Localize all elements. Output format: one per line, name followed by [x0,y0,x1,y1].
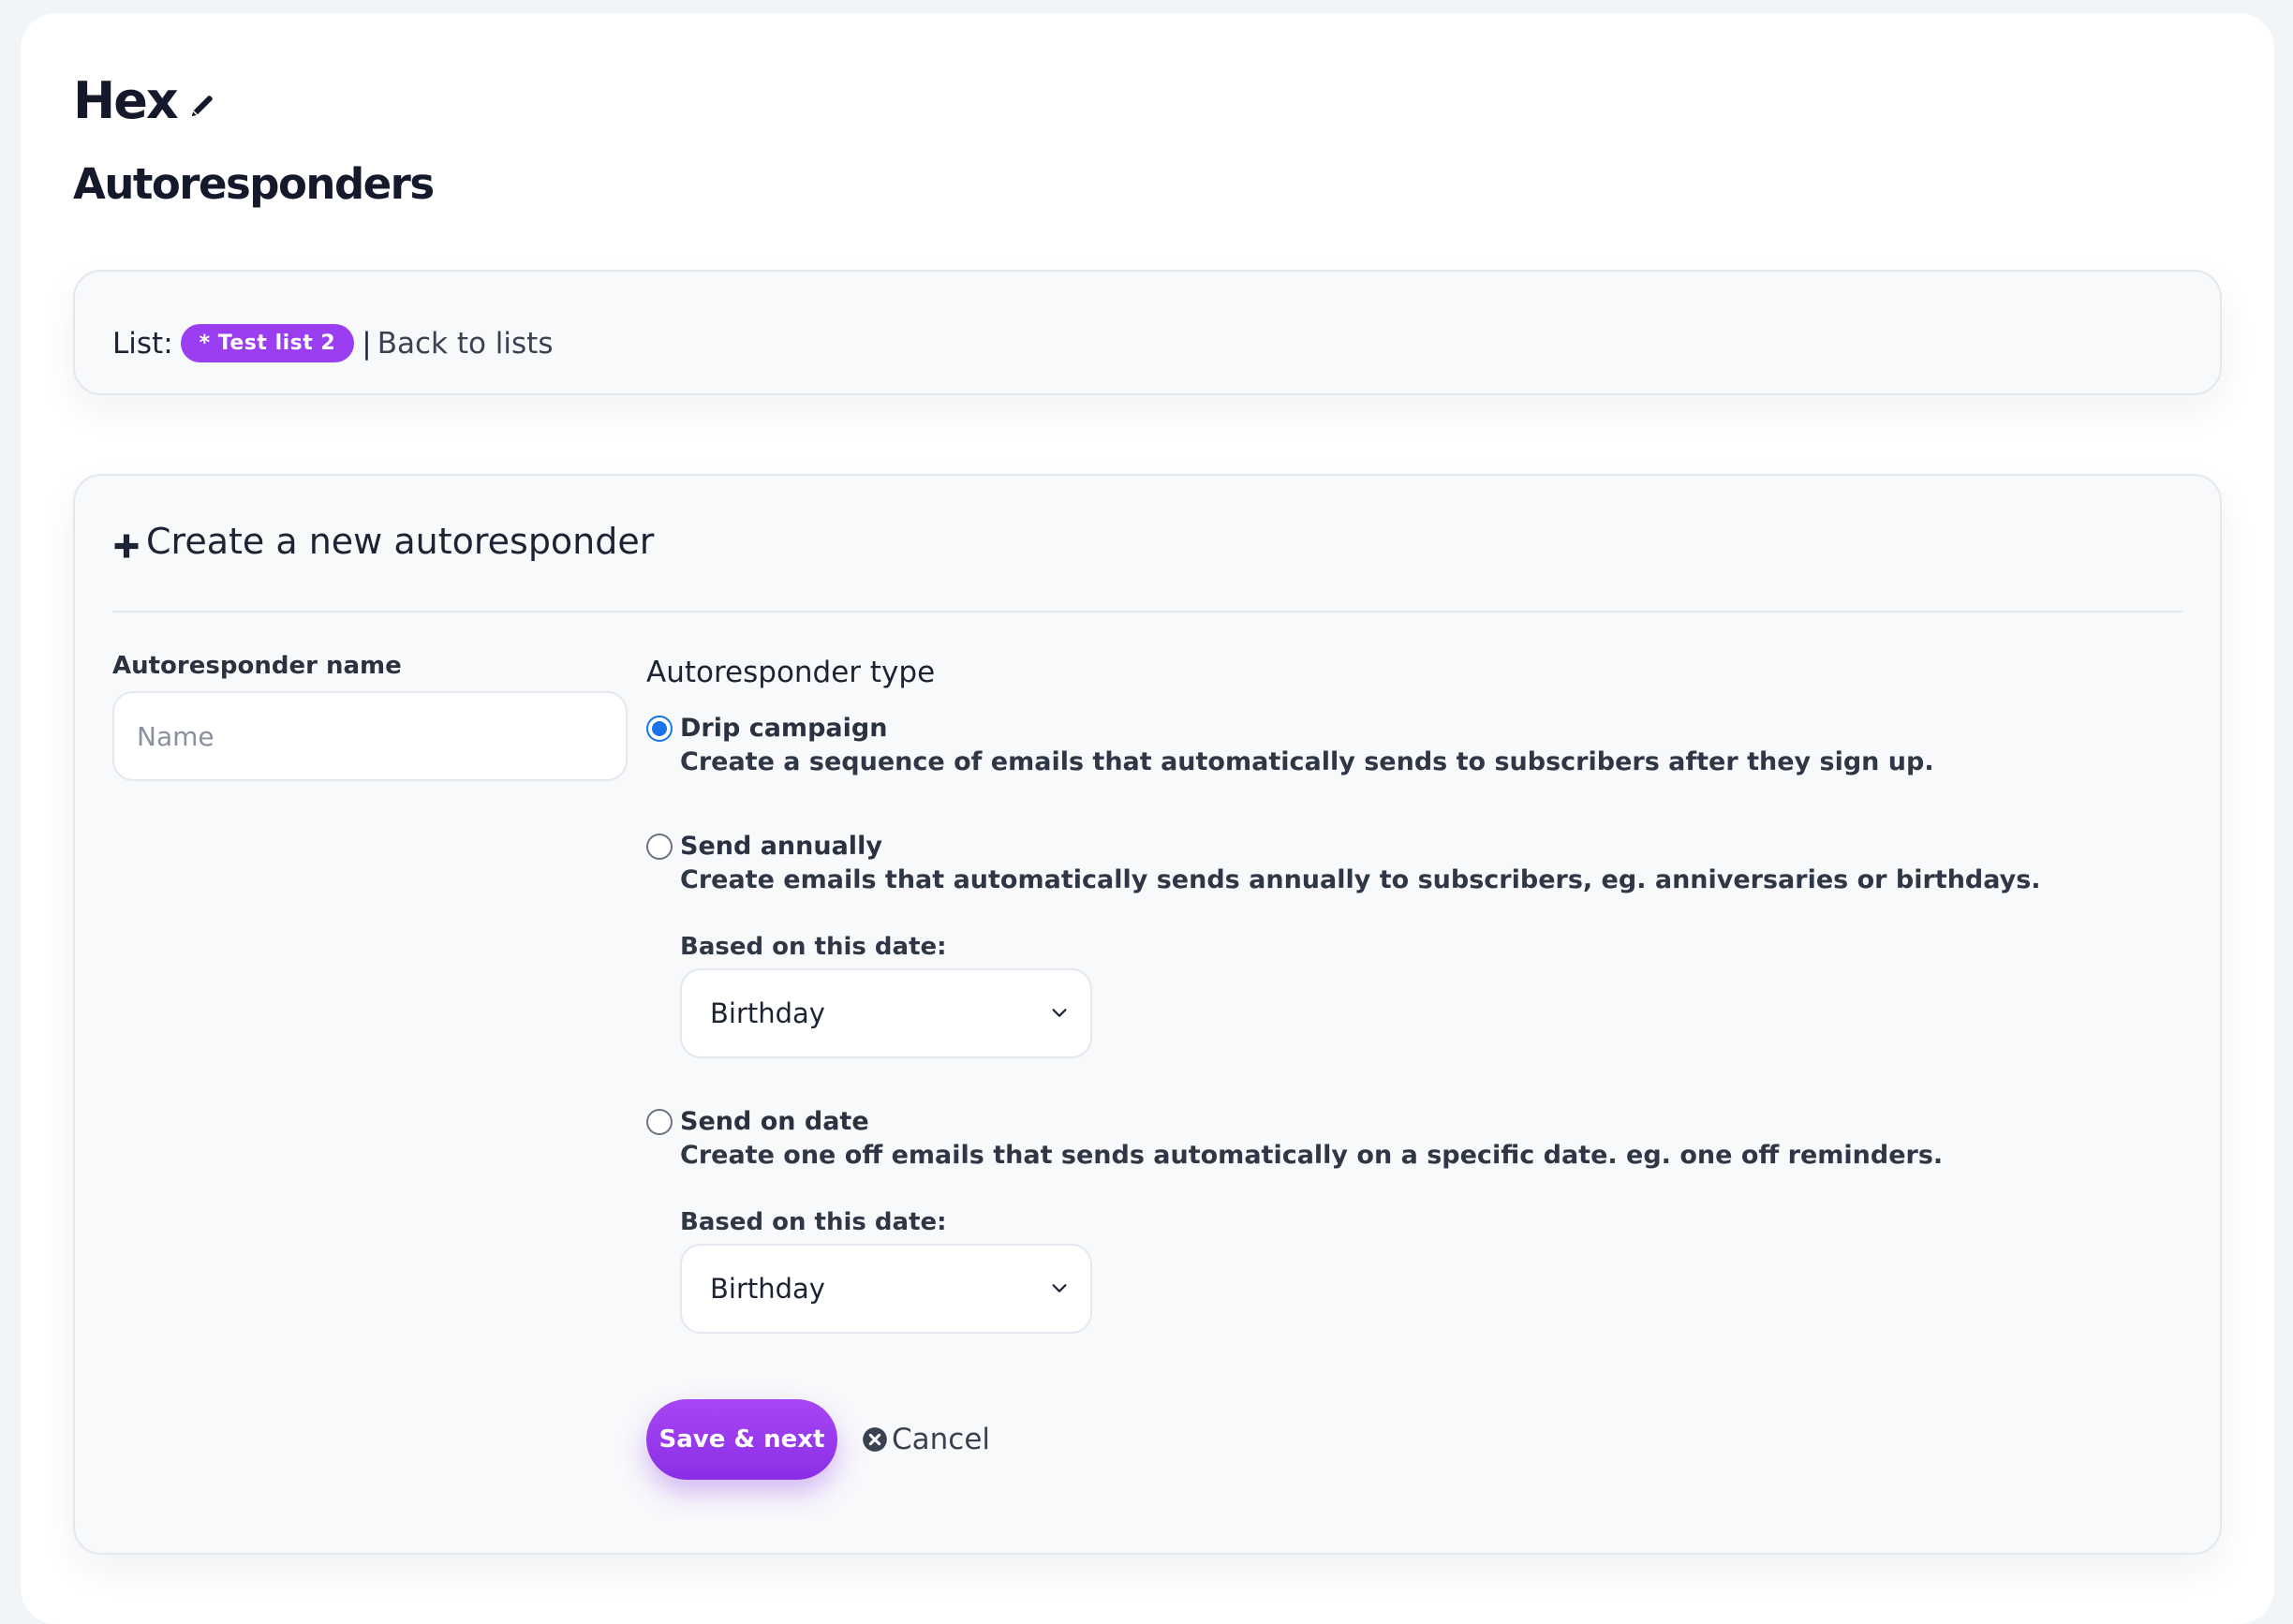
select-value: Birthday [710,997,825,1029]
list-name-badge[interactable]: * Test list 2 [180,324,355,362]
create-autoresponder-card: Create a new autoresponder Autoresponder… [73,474,2222,1555]
pencil-icon[interactable] [188,92,216,120]
option-description: Create a sequence of emails that automat… [680,747,1934,776]
radio-send-annually[interactable] [646,834,673,860]
cancel-button[interactable]: Cancel [862,1423,990,1456]
chevron-down-icon [1052,1009,1067,1017]
option-description: Create one off emails that sends automat… [680,1141,1944,1170]
plus-icon [112,527,141,558]
radio-send-on-date[interactable] [646,1109,673,1135]
page-title: Autoresponders [73,159,435,209]
divider [112,611,2182,613]
autoresponder-name-input[interactable] [112,691,628,781]
specific-date-select[interactable]: Birthday [680,1244,1092,1334]
select-value: Birthday [710,1273,825,1305]
radio-drip-campaign[interactable] [646,716,673,742]
autoresponder-type-label: Autoresponder type [646,656,936,689]
annual-date-select[interactable]: Birthday [680,968,1092,1058]
back-to-lists-link[interactable]: Back to lists [377,327,554,361]
option-title: Drip campaign [680,714,888,743]
option-description: Create emails that automatically sends a… [680,865,2041,894]
list-label: List: [112,326,173,361]
brand-row: Hex [73,71,216,130]
option-title: Send on date [680,1107,869,1136]
form-heading: Create a new autoresponder [112,521,654,562]
form-heading-text: Create a new autoresponder [146,521,655,562]
chevron-down-icon [1052,1284,1067,1292]
autoresponder-name-label: Autoresponder name [112,652,402,680]
list-bar: List: * Test list 2 | Back to lists [73,270,2222,395]
separator: | [362,326,372,361]
date-label: Based on this date: [680,933,947,961]
save-next-button[interactable]: Save & next [646,1399,837,1480]
brand-name: Hex [73,71,179,130]
page: Hex Autoresponders List: * Test list 2 |… [21,13,2274,1624]
option-title: Send annually [680,832,882,861]
form-actions: Save & next Cancel [646,1399,990,1480]
date-label: Based on this date: [680,1208,947,1236]
cancel-label: Cancel [892,1423,991,1456]
close-circle-icon [863,1427,887,1452]
